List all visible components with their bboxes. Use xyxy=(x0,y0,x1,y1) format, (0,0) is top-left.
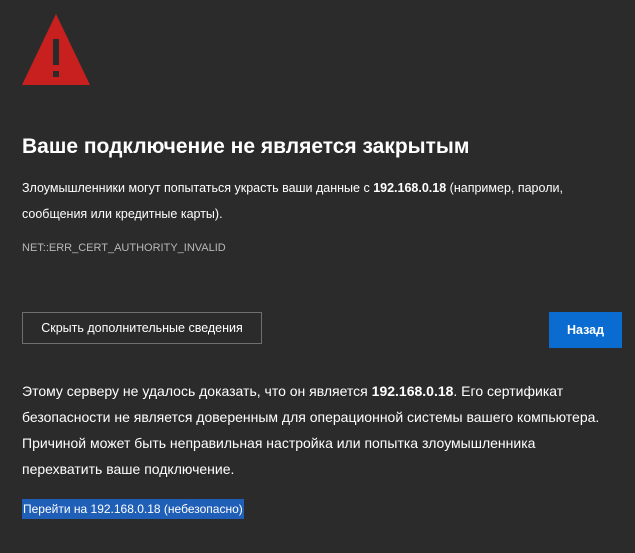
hide-details-button[interactable]: Скрыть дополнительные сведения xyxy=(22,312,262,344)
error-code: NET::ERR_CERT_AUTHORITY_INVALID xyxy=(22,242,226,254)
description-text: Злоумышленники могут попытаться украсть … xyxy=(22,181,374,195)
details-explanation: Этому серверу не удалось доказать, что о… xyxy=(22,378,612,482)
description-host: 192.168.0.18 xyxy=(373,181,447,195)
details-host: 192.168.0.18 xyxy=(371,383,454,399)
proceed-unsafe-link[interactable]: Перейти на 192.168.0.18 (небезопасно) xyxy=(22,499,244,519)
details-text: Этому серверу не удалось доказать, что о… xyxy=(22,383,372,399)
warning-triangle-icon xyxy=(22,14,90,85)
interstitial-page: Ваше подключение не является закрытым Зл… xyxy=(0,0,635,553)
warning-description: Злоумышленники могут попытаться украсть … xyxy=(22,175,582,227)
page-title: Ваше подключение не является закрытым xyxy=(22,135,470,158)
back-button[interactable]: Назад xyxy=(549,312,622,348)
